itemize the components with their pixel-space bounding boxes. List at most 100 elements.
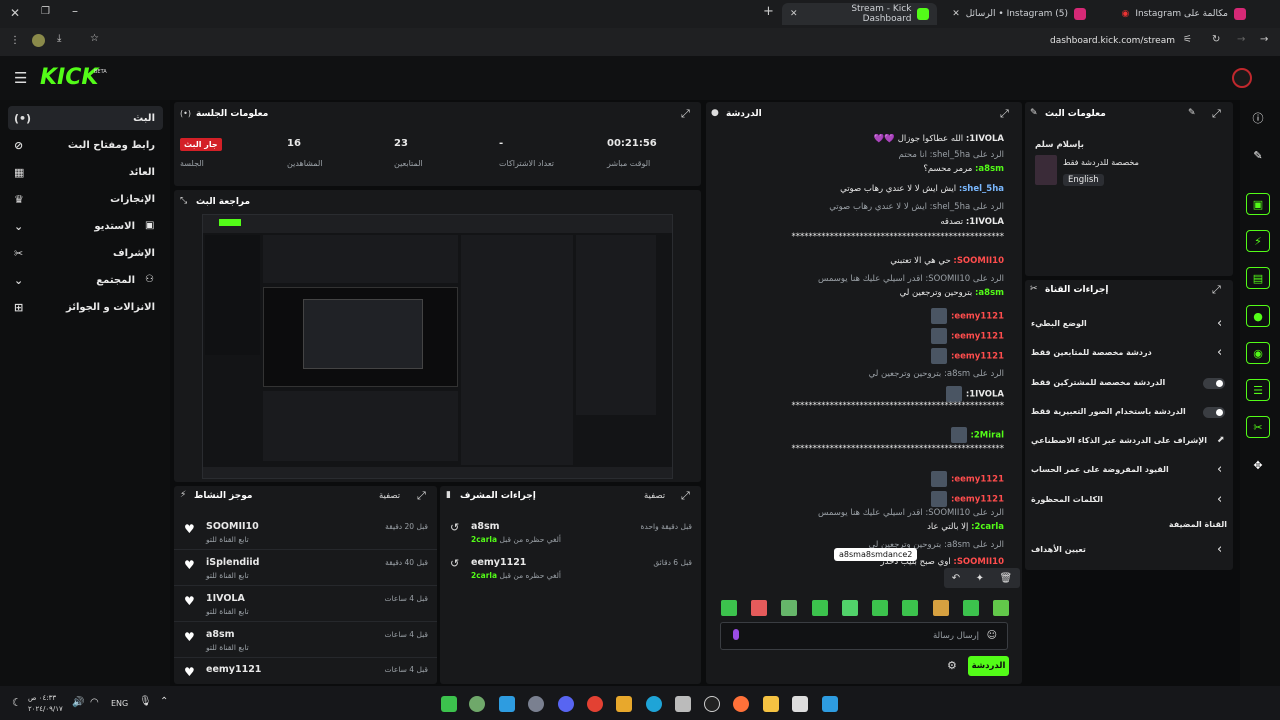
chat-settings-icon[interactable]: ⚙	[947, 659, 957, 672]
chat-username[interactable]: 1IVOLA:	[966, 134, 1004, 144]
emoji-picker-icon[interactable]: ☺	[987, 630, 997, 641]
chat-username[interactable]: SOOMII10:	[953, 557, 1004, 567]
emotes-only-toggle[interactable]	[1203, 407, 1225, 418]
chat-username[interactable]: 1IVOLA:	[966, 217, 1004, 227]
clip-icon[interactable]: ▣	[1246, 193, 1270, 215]
chat-username[interactable]: a8sm:	[975, 288, 1004, 298]
minimize-window-icon[interactable]: –	[72, 4, 78, 18]
photos-app-icon[interactable]	[616, 696, 632, 712]
emote-icon[interactable]	[962, 600, 979, 616]
chat-username[interactable]: eemy1121:	[951, 312, 1004, 322]
expand-icon[interactable]: ⤢	[1000, 107, 1009, 121]
filter-button[interactable]: تصفية	[644, 491, 665, 501]
extension-icon[interactable]	[32, 34, 45, 47]
chat-username[interactable]: eemy1121:	[951, 332, 1004, 342]
activity-user[interactable]: eemy1121	[206, 664, 261, 675]
wrench-icon[interactable]: ✂	[1246, 416, 1270, 438]
chat-icon[interactable]: ●	[1246, 305, 1270, 327]
nav-item-moderation[interactable]: ✂ الإشراف	[8, 241, 163, 265]
expand-icon[interactable]: ⤢	[681, 107, 690, 121]
nav-item-studio[interactable]: ⌄ ▣ الاستديو	[8, 214, 163, 238]
moon-icon[interactable]: ☾	[12, 696, 22, 709]
obs-app-icon[interactable]	[704, 696, 720, 712]
taskbar-app-icon[interactable]	[792, 696, 808, 712]
stream-video[interactable]	[202, 214, 673, 479]
tab-kick-dashboard[interactable]: Stream - Kick Dashboard ✕	[782, 3, 937, 25]
chrome-app-icon[interactable]	[587, 696, 603, 712]
expand-icon[interactable]: ⤢	[1212, 283, 1221, 297]
mod-action-by[interactable]: 2carla	[471, 571, 497, 580]
expand-icon[interactable]: ⤢	[1212, 107, 1221, 121]
wifi-icon[interactable]: ◠	[90, 697, 99, 708]
chat-username[interactable]: 2carla:	[971, 522, 1004, 532]
nav-item-drops[interactable]: ⊞ الانزالات و الجوائز	[8, 295, 163, 319]
microphone-icon[interactable]: 🎙	[139, 696, 152, 707]
back-icon[interactable]: →	[1260, 34, 1268, 45]
chat-username[interactable]: SOOMII10:	[953, 256, 1004, 266]
hamburger-menu-icon[interactable]: ☰	[14, 69, 27, 87]
mod-action-by[interactable]: 2carla	[471, 535, 497, 544]
taskbar-app-icon[interactable]	[499, 696, 515, 712]
widgets-icon[interactable]: ✥	[1246, 454, 1270, 476]
chat-username[interactable]: a8sm:	[975, 164, 1004, 174]
category-thumbnail[interactable]	[1035, 155, 1057, 185]
emote-icon[interactable]	[992, 600, 1009, 616]
restore-window-icon[interactable]: ❐	[41, 6, 50, 17]
microphone-icon[interactable]	[733, 629, 739, 640]
emote-icon[interactable]	[932, 600, 949, 616]
nav-item-stream[interactable]: (•) البث	[8, 106, 163, 130]
file-explorer-icon[interactable]	[763, 696, 779, 712]
expand-icon[interactable]: ⤢	[417, 489, 426, 503]
activity-user[interactable]: 1IVOLA	[206, 593, 245, 604]
language-indicator[interactable]: ENG	[111, 699, 128, 708]
forward-icon[interactable]: →	[1237, 34, 1245, 45]
info-icon[interactable]: ⓘ	[1246, 107, 1270, 129]
reload-icon[interactable]: ↻	[1212, 34, 1220, 45]
chevron-up-icon[interactable]: ⌃	[160, 696, 168, 707]
chat-username[interactable]: eemy1121:	[951, 495, 1004, 505]
tab-instagram-messages[interactable]: (5) Instagram • الرسائل ✕	[944, 3, 1094, 25]
volume-icon[interactable]: 🔊	[72, 697, 84, 708]
close-window-icon[interactable]: ✕	[10, 6, 20, 20]
broadcast-icon[interactable]: ◉	[1246, 342, 1270, 364]
mod-action-user[interactable]: eemy1121	[471, 557, 526, 568]
chat-input[interactable]: ☺ إرسال رسالة	[720, 622, 1008, 650]
lightning-icon[interactable]: ⚡	[1246, 230, 1270, 252]
download-icon[interactable]: ⤓	[57, 33, 61, 44]
category-name[interactable]: مخصصة للدردشة فقط	[1063, 158, 1139, 167]
taskbar-app-icon[interactable]	[675, 696, 691, 712]
layout-icon[interactable]: ☰	[1246, 379, 1270, 401]
settings-app-icon[interactable]	[528, 696, 544, 712]
edit-icon[interactable]: ✎	[1188, 108, 1196, 118]
chat-username[interactable]: eemy1121:	[951, 352, 1004, 362]
firefox-app-icon[interactable]	[733, 696, 749, 712]
emote-icon[interactable]	[781, 600, 798, 616]
mod-action-user[interactable]: a8sm	[471, 521, 500, 532]
taskbar-app-icon[interactable]	[441, 696, 457, 712]
filter-button[interactable]: تصفية	[379, 491, 400, 501]
url-text[interactable]: dashboard.kick.com/stream	[1020, 36, 1175, 46]
kick-logo[interactable]: KICK	[40, 65, 98, 90]
activity-user[interactable]: iSplendiid	[206, 557, 259, 568]
activity-user[interactable]: SOOMII10	[206, 521, 259, 532]
tab-instagram-call[interactable]: مكالمة على Instagram ◉	[1104, 3, 1254, 25]
discord-app-icon[interactable]	[558, 696, 574, 712]
delete-icon[interactable]: 🗑	[1000, 573, 1013, 584]
emote-icon[interactable]	[841, 600, 858, 616]
menu-dots-icon[interactable]: ⋮	[10, 35, 20, 46]
emote-icon[interactable]	[811, 600, 828, 616]
reply-icon[interactable]: ↶	[952, 573, 960, 584]
nav-item-achievements[interactable]: ♛ الإنجازات	[8, 187, 163, 211]
edit-pen-icon[interactable]: ✎	[1246, 144, 1270, 166]
chat-username[interactable]: shel_5ha:	[959, 184, 1004, 194]
emote-icon[interactable]	[751, 600, 768, 616]
bookmark-star-icon[interactable]: ☆	[90, 33, 99, 44]
send-chat-button[interactable]: الدردشة	[968, 656, 1009, 676]
document-icon[interactable]: ▤	[1246, 267, 1270, 289]
user-avatar[interactable]	[1232, 68, 1252, 88]
emote-icon[interactable]	[872, 600, 889, 616]
expand-icon[interactable]: ⤢	[681, 489, 690, 503]
chat-username[interactable]: 1IVOLA:	[966, 390, 1004, 400]
nav-item-community[interactable]: ⌄ ⚇ المجتمع	[8, 268, 163, 292]
nav-item-stream-key[interactable]: ⊘ رابط ومفتاح البث	[8, 133, 163, 157]
